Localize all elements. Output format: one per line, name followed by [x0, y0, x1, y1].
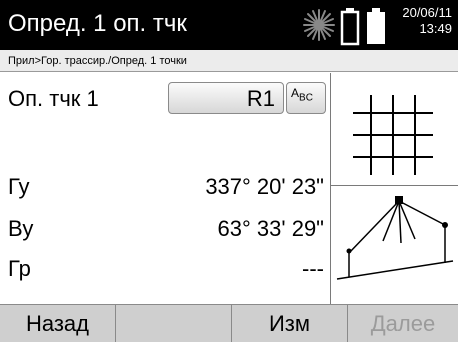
dist-value: --- [302, 256, 324, 281]
back-softkey[interactable]: Назад [0, 305, 116, 342]
softkey-bar: Назад Изм Далее [0, 304, 458, 342]
point-value: R1 [246, 86, 275, 111]
abc-input-mode-button[interactable]: ABC [286, 82, 326, 114]
abc-icon: ABC [291, 86, 313, 104]
tripod-station-icon [336, 196, 454, 280]
breadcrumb: Прил>Гор. трассир./Опред. 1 точки [0, 50, 458, 72]
sun-brightness-icon [303, 9, 335, 41]
point-label: Оп. тчк 1 [8, 86, 99, 111]
hz-label: Гу [8, 174, 30, 199]
side-graphic-panel [330, 73, 458, 304]
v-label: Ву [8, 216, 34, 241]
page-title: Опред. 1 оп. тчк [8, 10, 187, 37]
date-text: 20/06/11 [402, 5, 452, 20]
v-value: 63° 33' 29" [217, 216, 324, 241]
title-bar: Опред. 1 оп. тчк 20/06/11 13:49 [0, 0, 458, 50]
grid-icon [353, 95, 433, 175]
datetime: 20/06/11 13:49 [402, 5, 452, 37]
point-select-field[interactable]: R1 [168, 82, 284, 114]
time-text: 13:49 [419, 21, 452, 36]
edit-softkey[interactable]: Изм [232, 305, 348, 342]
main-content: Оп. тчк 1 R1 ABC Гу 337° 20' 23" Ву 63° … [0, 73, 458, 304]
battery-icon [340, 8, 385, 46]
dist-label: Гр [8, 256, 31, 281]
empty-softkey[interactable] [116, 305, 232, 342]
panel-divider [331, 185, 458, 186]
next-softkey[interactable]: Далее [348, 305, 458, 342]
screen: Опред. 1 оп. тчк 20/06/11 13:49 Прил>Гор… [0, 0, 458, 342]
hz-value: 337° 20' 23" [205, 174, 324, 199]
